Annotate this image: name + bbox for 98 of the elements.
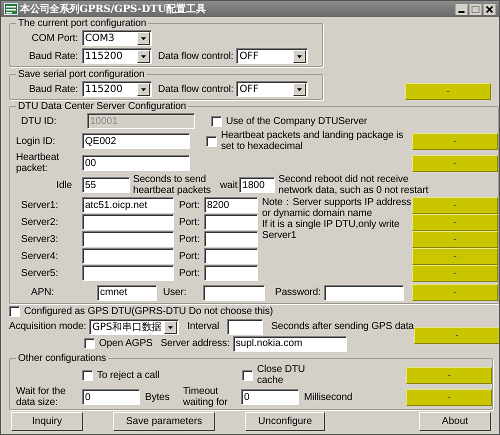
field-label: Data flow control:	[158, 84, 234, 94]
checkbox[interactable]	[9, 306, 20, 316]
group-title: Other configurations	[17, 353, 108, 364]
group-title: DTU Data Center Server Configuration	[17, 101, 188, 112]
server-field[interactable]	[82, 214, 174, 230]
window-title: 本公司全系列GPRS/GPS-DTU配置工具	[20, 2, 206, 16]
status-indicator: -	[405, 83, 491, 100]
data-size-field[interactable]: 0	[82, 389, 140, 405]
field-label: Timeout waiting for	[183, 386, 228, 408]
field-label: Port:	[178, 250, 201, 262]
status-indicator: -	[412, 196, 498, 214]
server-field[interactable]: atc51.oicp.net	[82, 197, 174, 213]
field-label: Wait for the data size:	[16, 386, 67, 408]
status-indicator: -	[412, 214, 498, 230]
field-label: Server3:	[20, 234, 59, 244]
status-indicator: -	[412, 154, 498, 172]
login-id-field[interactable]: QE002	[82, 133, 190, 149]
heartbeat-field[interactable]: 00	[82, 155, 190, 171]
field-label: Server4:	[20, 250, 59, 262]
checkbox[interactable]	[206, 136, 217, 146]
group-title: The current port configuration	[17, 18, 148, 29]
checkbox[interactable]	[242, 370, 253, 380]
timeout-field[interactable]: 0	[241, 389, 299, 405]
minimize-icon[interactable]	[455, 4, 468, 14]
field-label: COM Port:	[30, 32, 79, 44]
field-label: Baud Rate:	[28, 50, 79, 62]
port-field[interactable]: 8200	[204, 197, 258, 213]
baud-rate-dropdown[interactable]: 115200	[82, 81, 152, 97]
port-field[interactable]	[204, 265, 258, 281]
password-field[interactable]	[324, 284, 404, 300]
checkbox[interactable]	[82, 370, 93, 380]
field-label: Port:	[178, 234, 201, 244]
field-label: Server5:	[20, 268, 59, 278]
field-label: APN:	[30, 287, 55, 298]
unit-label: Second reboot did not receive network data, such as 0 not restart	[278, 174, 430, 196]
apn-field[interactable]: cmnet	[97, 284, 157, 300]
baud-rate-dropdown[interactable]: 115200	[82, 48, 152, 64]
checkbox-label[interactable]: Close DTU cache	[257, 364, 317, 386]
field-label: Server2:	[20, 216, 59, 228]
wait-field[interactable]: 1800	[239, 177, 276, 193]
checkbox[interactable]	[211, 116, 222, 126]
field-label: Password:	[275, 287, 321, 298]
status-indicator: -	[412, 230, 498, 248]
unit-label: Seconds after sending GPS data	[271, 321, 414, 332]
field-label: Baud Rate:	[28, 84, 79, 94]
com-port-dropdown[interactable]: COM3	[82, 30, 152, 46]
action-button[interactable]: Inquiry	[11, 412, 83, 431]
field-label: Server1:	[20, 200, 59, 210]
field-label: Heartbeat packet:	[16, 152, 60, 174]
field-label: Port:	[178, 268, 201, 278]
server-address-field[interactable]: supl.nokia.com	[232, 336, 347, 352]
field-label: Login ID:	[16, 136, 56, 146]
port-field[interactable]	[204, 248, 258, 264]
field-label: Acquisition mode:	[9, 321, 86, 332]
server-field[interactable]	[82, 265, 174, 281]
interval-field[interactable]	[227, 318, 264, 334]
status-indicator: -	[406, 366, 492, 384]
group-title: Save serial port configuration	[17, 69, 146, 80]
field-label: Port:	[178, 216, 201, 228]
action-button[interactable]: About	[419, 412, 491, 431]
idle-field[interactable]: 55	[82, 177, 130, 193]
status-indicator: -	[412, 132, 498, 150]
field-label: User:	[163, 287, 188, 298]
field-label: Server address:	[160, 338, 230, 349]
field-label: DTU ID:	[20, 116, 58, 126]
app-icon	[4, 3, 18, 15]
acquisition-mode-dropdown[interactable]: GPS和串口数据	[89, 318, 180, 334]
server-field[interactable]	[82, 231, 174, 247]
port-field[interactable]	[204, 214, 258, 230]
status-indicator: -	[406, 388, 492, 406]
field-label: Interval	[187, 321, 220, 332]
status-indicator: -	[412, 264, 498, 282]
unit-label: Millisecond	[304, 392, 352, 402]
checkbox-label[interactable]: To reject a call	[97, 370, 242, 380]
checkbox-label[interactable]: Use of the Company DTUServer	[226, 116, 368, 126]
flow-control-dropdown[interactable]: OFF	[236, 81, 308, 97]
field-label: Data flow control:	[158, 50, 234, 62]
note-text: Note：Server supports IP address or dynamic domain name	[262, 197, 412, 219]
field-label: Port:	[178, 200, 201, 210]
field-label: Idle	[55, 180, 73, 190]
status-indicator: -	[414, 326, 499, 344]
flow-control-dropdown[interactable]: OFF	[236, 48, 308, 64]
user-field[interactable]	[203, 284, 265, 300]
action-button[interactable]: Unconfigure	[245, 412, 326, 431]
action-button[interactable]: Save parameters	[113, 412, 216, 431]
field-label: wait	[220, 180, 238, 190]
server-field[interactable]	[82, 248, 174, 264]
checkbox-label[interactable]: Heartbeat packets and landing package is set to hexadecimal	[221, 130, 411, 152]
checkbox[interactable]	[84, 338, 95, 349]
status-indicator: -	[412, 284, 498, 301]
unit-label: Seconds to send heartbeat packets	[133, 174, 212, 196]
unit-label: Bytes	[145, 392, 171, 402]
close-icon[interactable]	[483, 4, 496, 14]
checkbox-label[interactable]: Open AGPS	[99, 338, 153, 349]
status-indicator: -	[412, 248, 498, 264]
note-text: If it is a single IP DTU,only write Server1	[262, 219, 400, 241]
checkbox-label[interactable]: Configured as GPS DTU(GPRS-DTU Do not choose this)	[24, 306, 273, 316]
port-field[interactable]	[204, 231, 258, 247]
